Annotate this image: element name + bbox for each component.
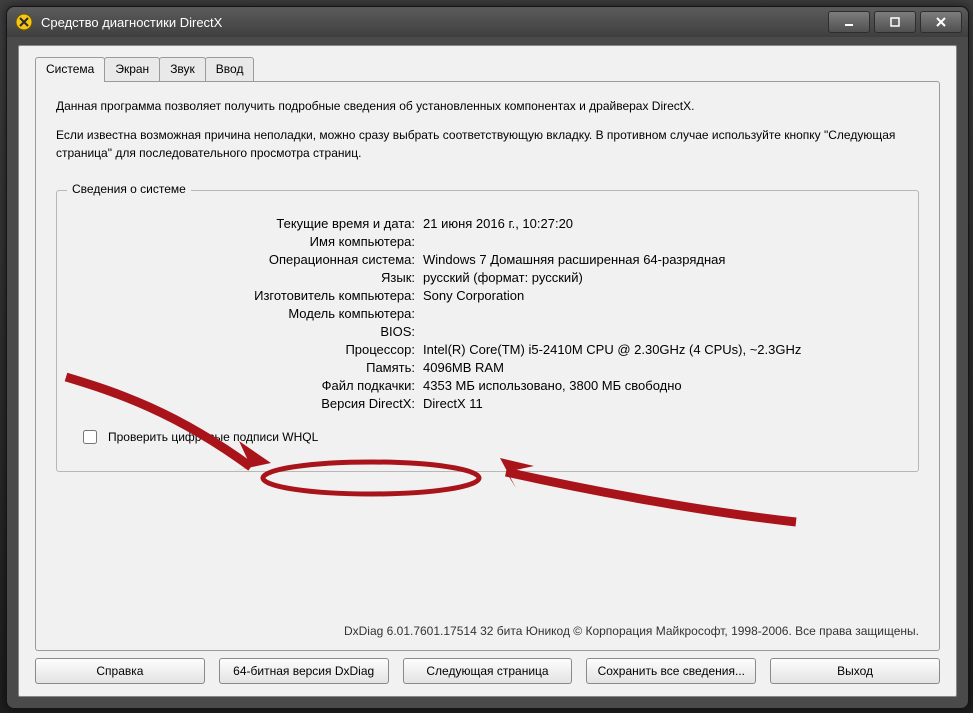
label-datetime: Текущие время и дата: xyxy=(75,216,423,231)
row-model: Модель компьютера: xyxy=(75,306,900,321)
label-memory: Память: xyxy=(75,360,423,375)
client-area: Система Экран Звук Ввод Данная программа… xyxy=(18,45,957,697)
dxdiag-window: Средство диагностики DirectX Система Экр… xyxy=(6,6,969,709)
label-pagefile: Файл подкачки: xyxy=(75,378,423,393)
dxdiag-icon xyxy=(15,13,33,31)
next-page-button[interactable]: Следующая страница xyxy=(403,658,573,684)
row-manufacturer: Изготовитель компьютера:Sony Corporation xyxy=(75,288,900,303)
value-pagefile: 4353 МБ использовано, 3800 МБ свободно xyxy=(423,378,900,393)
row-dxver: Версия DirectX:DirectX 11 xyxy=(75,396,900,411)
row-bios: BIOS: xyxy=(75,324,900,339)
row-os: Операционная система:Windows 7 Домашняя … xyxy=(75,252,900,267)
titlebar: Средство диагностики DirectX xyxy=(7,7,968,37)
label-dxver: Версия DirectX: xyxy=(75,396,423,411)
save-all-button[interactable]: Сохранить все сведения... xyxy=(586,658,756,684)
value-cpu: Intel(R) Core(TM) i5-2410M CPU @ 2.30GHz… xyxy=(423,342,900,357)
row-datetime: Текущие время и дата:21 июня 2016 г., 10… xyxy=(75,216,900,231)
whql-check-row: Проверить цифровые подписи WHQL xyxy=(79,427,900,447)
row-cpu: Процессор:Intel(R) Core(TM) i5-2410M CPU… xyxy=(75,342,900,357)
tab-system[interactable]: Система xyxy=(35,57,105,82)
bit64-button[interactable]: 64-битная версия DxDiag xyxy=(219,658,389,684)
minimize-button[interactable] xyxy=(828,11,870,33)
intro-text-2: Если известна возможная причина неполадк… xyxy=(56,127,919,162)
value-dxver: DirectX 11 xyxy=(423,396,900,411)
group-legend: Сведения о системе xyxy=(67,182,191,196)
label-os: Операционная система: xyxy=(75,252,423,267)
intro-text-1: Данная программа позволяет получить подр… xyxy=(56,98,919,115)
bottom-buttons: Справка 64-битная версия DxDiag Следующа… xyxy=(35,658,940,684)
value-os: Windows 7 Домашняя расширенная 64-разряд… xyxy=(423,252,900,267)
footer-copyright: DxDiag 6.01.7601.17514 32 бита Юникод © … xyxy=(344,624,919,638)
label-manufacturer: Изготовитель компьютера: xyxy=(75,288,423,303)
whql-checkbox[interactable] xyxy=(83,430,97,444)
row-pagefile: Файл подкачки:4353 МБ использовано, 3800… xyxy=(75,378,900,393)
row-lang: Язык:русский (формат: русский) xyxy=(75,270,900,285)
help-button[interactable]: Справка xyxy=(35,658,205,684)
value-memory: 4096MB RAM xyxy=(423,360,900,375)
tab-input[interactable]: Ввод xyxy=(205,57,255,82)
window-title: Средство диагностики DirectX xyxy=(41,15,828,30)
label-computer: Имя компьютера: xyxy=(75,234,423,249)
value-manufacturer: Sony Corporation xyxy=(423,288,900,303)
label-bios: BIOS: xyxy=(75,324,423,339)
row-computer: Имя компьютера: xyxy=(75,234,900,249)
exit-button[interactable]: Выход xyxy=(770,658,940,684)
value-lang: русский (формат: русский) xyxy=(423,270,900,285)
maximize-button[interactable] xyxy=(874,11,916,33)
tab-screen[interactable]: Экран xyxy=(104,57,160,82)
close-button[interactable] xyxy=(920,11,962,33)
label-lang: Язык: xyxy=(75,270,423,285)
tab-sound[interactable]: Звук xyxy=(159,57,206,82)
label-model: Модель компьютера: xyxy=(75,306,423,321)
system-info-group: Сведения о системе Текущие время и дата:… xyxy=(56,190,919,472)
whql-label: Проверить цифровые подписи WHQL xyxy=(108,430,318,444)
row-memory: Память:4096MB RAM xyxy=(75,360,900,375)
tab-panel: Данная программа позволяет получить подр… xyxy=(35,81,940,651)
value-datetime: 21 июня 2016 г., 10:27:20 xyxy=(423,216,900,231)
label-cpu: Процессор: xyxy=(75,342,423,357)
